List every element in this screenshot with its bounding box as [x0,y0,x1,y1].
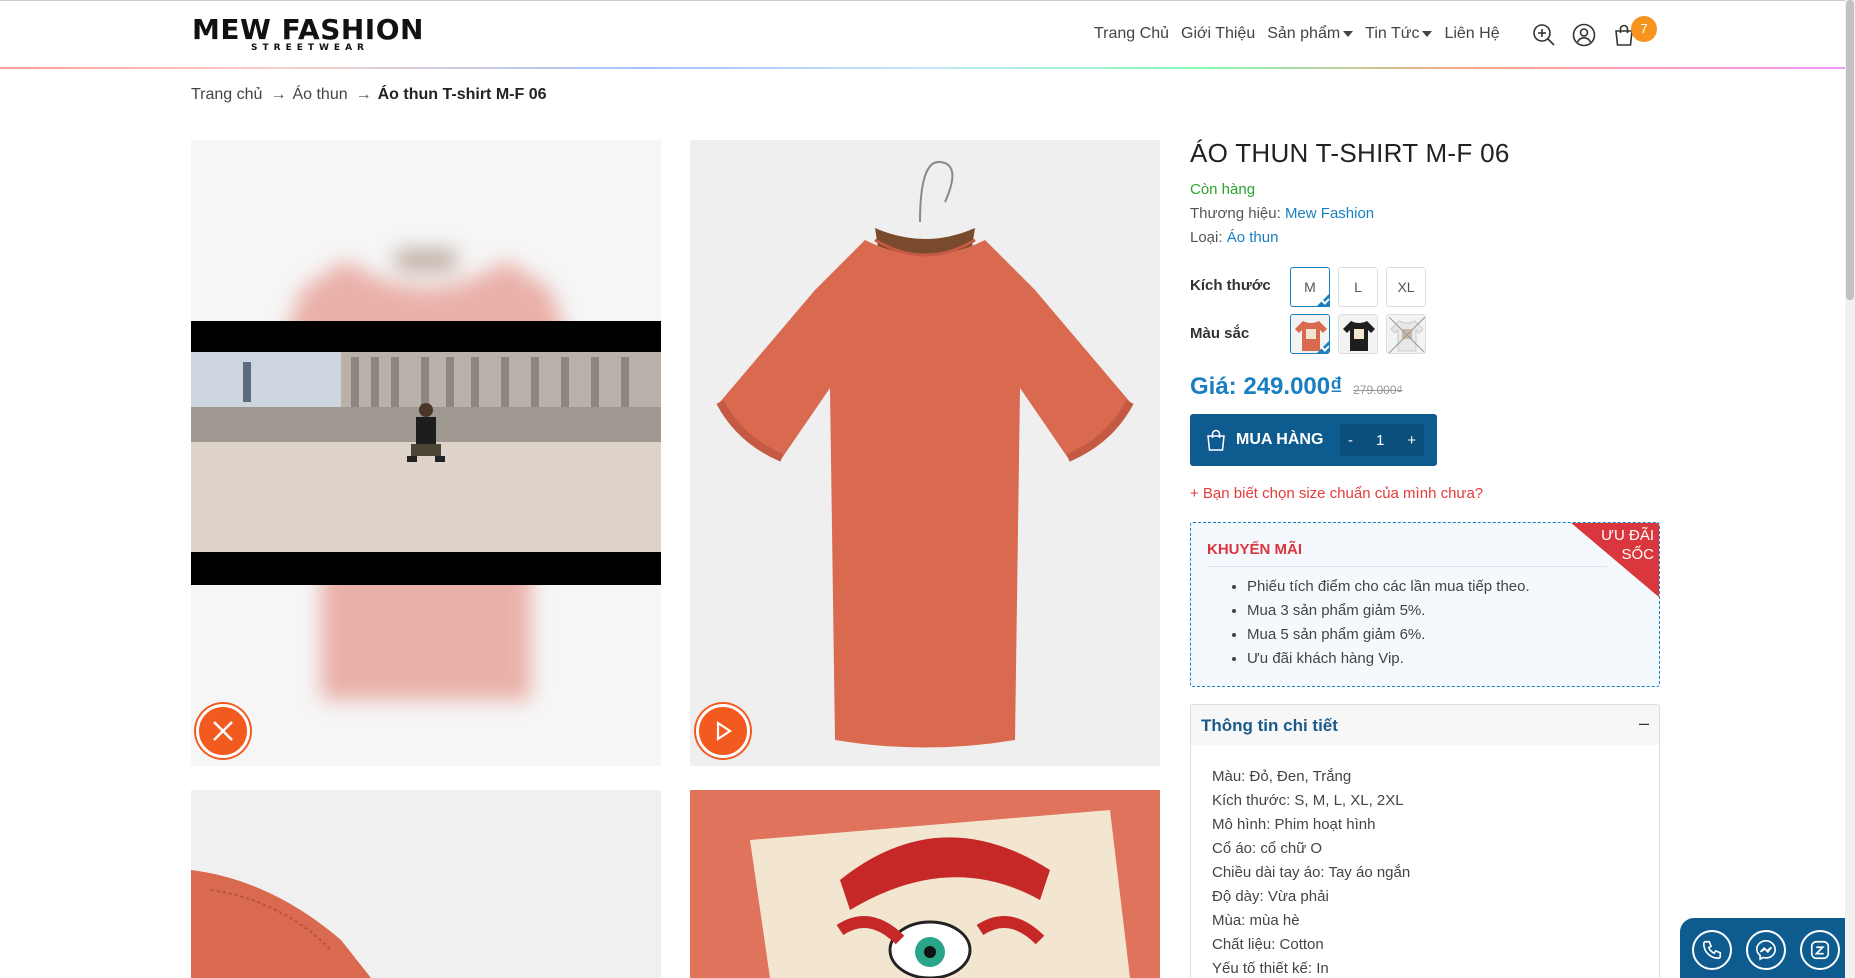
shopping-bag-icon [1204,428,1228,452]
phone-icon[interactable] [1692,930,1732,970]
details-accordion-header[interactable]: Thông tin chi tiết – [1190,704,1660,746]
product-image-2[interactable] [690,140,1160,766]
user-icon[interactable] [1572,23,1596,47]
details-title: Thông tin chi tiết [1201,716,1338,735]
cart-count-badge: 7 [1631,16,1657,42]
nav-item-products[interactable]: Sản phẩm [1267,25,1354,43]
logo[interactable]: MEW FASHION STREETWEAR [192,13,424,55]
size-text: XL [1397,279,1415,295]
spec-item: Mô hình: Phim hoạt hình [1212,816,1376,833]
color-option-red[interactable] [1290,314,1330,354]
size-text: L [1354,279,1362,295]
contact-bar [1680,918,1855,978]
spec-item: Độ dày: Vừa phải [1212,888,1329,905]
check-icon [1316,340,1329,353]
product-brand: Thương hiệu: Mew Fashion [1190,205,1374,222]
arrow-right-icon: → [355,86,372,103]
color-option-black[interactable] [1338,314,1378,354]
size-text: M [1304,279,1316,295]
qty-plus-button[interactable]: + [1407,432,1416,449]
collapse-icon[interactable]: – [1639,713,1649,734]
product-title: ÁO THUN T-SHIRT M-F 06 [1190,138,1510,168]
caret-down-icon [1422,31,1433,37]
brand-label: Thương hiệu: [1190,205,1281,222]
price-label: Giá: [1190,373,1237,400]
header-gradient-line [0,67,1855,69]
product-type: Loại: Áo thun [1190,229,1278,246]
ribbon-text: ƯU ĐÃI SỐC [1601,526,1654,564]
qty-value[interactable]: 1 [1376,432,1384,449]
caret-down-icon [1343,31,1354,37]
buy-bar: MUA HÀNG - 1 + [1190,414,1437,466]
product-image-3[interactable] [191,790,661,978]
spec-item: Cổ áo: cổ chữ O [1212,840,1323,857]
product-image-4[interactable] [690,790,1160,978]
zalo-icon[interactable] [1800,930,1840,970]
spec-item: Mùa: mùa hè [1212,912,1300,929]
main-nav: Trang Chủ Giới Thiệu Sản phẩm Tin Tức Li… [1094,25,1512,43]
logo-main: MEW FASHION [192,13,424,46]
size-option-l[interactable]: L [1338,267,1378,307]
play-video-button[interactable] [696,704,750,758]
promo-title: KHUYẾN MÃI [1207,541,1303,558]
spec-item: Chất liệu: Cotton [1212,936,1324,953]
breadcrumb: Trang chủ → Áo thun → Áo thun T-shirt M-… [191,86,546,104]
nav-label: Liên Hệ [1444,25,1500,42]
size-guide-link[interactable]: + Bạn biết chọn size chuẩn của mình chưa… [1190,485,1483,502]
nav-label: Giới Thiệu [1181,25,1256,42]
breadcrumb-current: Áo thun T-shirt M-F 06 [377,86,547,103]
size-option-xl[interactable]: XL [1386,267,1426,307]
nav-item-about[interactable]: Giới Thiệu [1181,25,1255,43]
site-header: MEW FASHION STREETWEAR Trang Chủ Giới Th… [0,0,1855,69]
brand-link[interactable]: Mew Fashion [1285,205,1374,222]
spec-item: Yếu tố thiết kế: In [1212,960,1329,977]
search-icon[interactable] [1532,23,1556,47]
arrow-right-icon: → [270,86,287,103]
breadcrumb-category[interactable]: Áo thun [292,86,347,104]
type-label: Loại: [1190,229,1223,246]
close-video-button[interactable] [196,704,250,758]
promo-item: Phiếu tích điểm cho các lần mua tiếp the… [1247,575,1530,599]
nav-item-news[interactable]: Tin Tức [1365,25,1433,43]
product-price: Giá: 249.000₫ 279.000₫ [1190,373,1403,401]
check-icon [1316,293,1330,307]
quantity-stepper: - 1 + [1340,424,1424,456]
price-value: 249.000₫ [1243,373,1343,400]
video-player[interactable] [191,321,661,585]
spec-item: Kích thước: S, M, L, XL, 2XL [1212,792,1404,809]
nav-item-contact[interactable]: Liên Hệ [1444,25,1499,43]
buy-button[interactable]: MUA HÀNG [1236,431,1323,449]
ribbon-line: SỐC [1621,546,1654,563]
promo-item: Mua 3 sản phẩm giảm 5%. [1247,599,1530,623]
price-old: 279.000₫ [1353,383,1403,397]
type-link[interactable]: Áo thun [1227,229,1279,246]
color-label: Màu sắc [1190,325,1250,342]
details-body: Màu: Đỏ, Đen, Trắng Kích thước: S, M, L,… [1190,745,1660,978]
spec-item: Chiều dài tay áo: Tay áo ngắn [1212,864,1411,881]
color-option-white[interactable] [1386,314,1426,354]
size-label: Kích thước [1190,277,1271,294]
promo-box: KHUYẾN MÃI Phiếu tích điểm cho các lần m… [1190,522,1660,687]
breadcrumb-home[interactable]: Trang chủ [191,86,262,104]
promo-list: Phiếu tích điểm cho các lần mua tiếp the… [1247,575,1530,671]
qty-minus-button[interactable]: - [1348,432,1353,449]
messenger-icon[interactable] [1746,930,1786,970]
page-scrollbar[interactable] [1845,0,1855,978]
divider [1207,566,1607,567]
nav-item-home[interactable]: Trang Chủ [1094,25,1169,43]
nav-label: Trang Chủ [1094,25,1169,42]
size-option-m[interactable]: M [1290,267,1330,307]
stock-status: Còn hàng [1190,181,1256,198]
ribbon-line: ƯU ĐÃI [1601,527,1654,544]
promo-item: Mua 5 sản phẩm giảm 6%. [1247,623,1530,647]
scrollbar-thumb[interactable] [1846,0,1854,300]
video-frame [191,352,661,552]
nav-label: Sản phẩm [1267,25,1341,42]
spec-item: Màu: Đỏ, Đen, Trắng [1212,768,1352,785]
nav-label: Tin Tức [1365,25,1420,42]
promo-ribbon: ƯU ĐÃI SỐC [1570,523,1659,598]
promo-item: Ưu đãi khách hàng Vip. [1247,647,1530,671]
